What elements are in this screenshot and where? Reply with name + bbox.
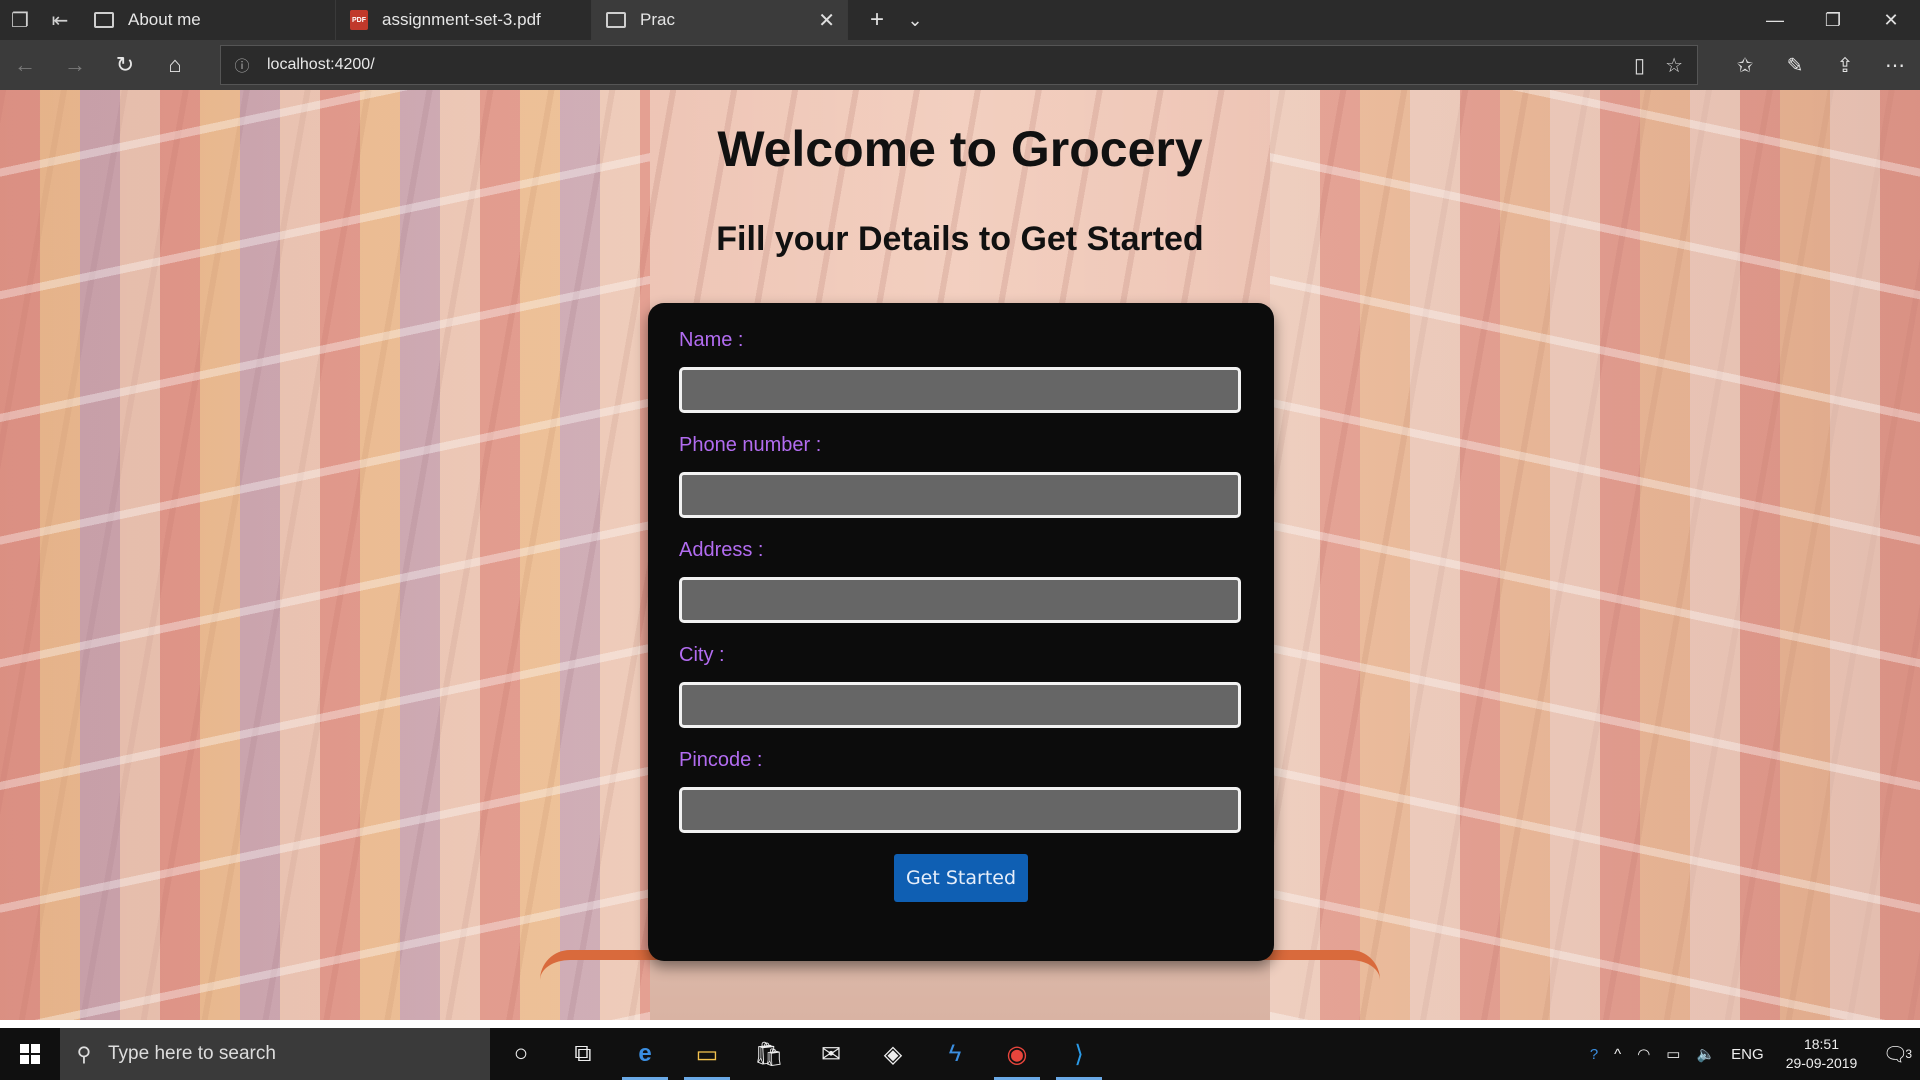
vscode-icon[interactable]: ⟩ (1048, 1028, 1110, 1080)
address-input[interactable] (679, 577, 1241, 623)
search-placeholder: Type here to search (108, 1043, 276, 1064)
address-url[interactable]: localhost:4200/ (267, 56, 375, 74)
set-aside-tabs-icon[interactable]: ⇤ (40, 0, 80, 40)
phone-input[interactable] (679, 472, 1241, 518)
language-indicator[interactable]: ENG (1723, 1046, 1772, 1063)
page-bottom-strip (0, 1020, 1920, 1028)
forward-arrow-icon[interactable]: → (50, 52, 100, 78)
name-input[interactable] (679, 367, 1241, 413)
reading-view-icon[interactable]: ▯ (1634, 53, 1645, 78)
search-icon: ⚲ (76, 1043, 92, 1066)
page-icon (94, 12, 114, 28)
details-form: Name : Phone number : Address : City : P… (648, 303, 1274, 961)
close-window-icon[interactable]: ✕ (1862, 10, 1920, 31)
clock[interactable]: 18:51 29-09-2019 (1772, 1035, 1872, 1073)
favorite-star-icon[interactable]: ☆ (1665, 53, 1683, 78)
file-explorer-icon[interactable]: ▭ (676, 1028, 738, 1080)
more-icon[interactable]: ⋯ (1870, 53, 1920, 78)
back-arrow-icon[interactable]: ← (0, 52, 50, 78)
browser-nav-bar: ← → ↻ ⌂ ⓘ localhost:4200/ ▯ ☆ ✩ ✎ ⇪ ⋯ (0, 40, 1920, 90)
windows-logo-icon (20, 1044, 40, 1064)
taskbar-search[interactable]: ⚲ Type here to search (60, 1028, 490, 1080)
tab-manager-icon[interactable]: ❐ (0, 0, 40, 40)
refresh-icon[interactable]: ↻ (100, 52, 150, 78)
pincode-label: Pincode : (679, 749, 763, 771)
tab-assignment-pdf[interactable]: PDF assignment-set-3.pdf (336, 0, 592, 40)
edge-icon[interactable]: e (614, 1028, 676, 1080)
volume-icon[interactable]: 🔈 (1688, 1045, 1723, 1063)
chrome-icon[interactable]: ◉ (986, 1028, 1048, 1080)
tab-label: About me (128, 10, 201, 29)
restore-icon[interactable]: ❐ (1804, 10, 1862, 31)
tab-about-me[interactable]: About me (80, 0, 336, 40)
info-icon[interactable]: ⓘ (229, 52, 255, 78)
show-hidden-icons-chevron-icon[interactable]: ^ (1606, 1046, 1629, 1063)
close-tab-icon[interactable]: ✕ (818, 8, 835, 33)
page-subtitle: Fill your Details to Get Started (716, 220, 1204, 258)
clock-time: 18:51 (1803, 1036, 1840, 1052)
page-title: Welcome to Grocery (717, 121, 1203, 177)
phone-label: Phone number : (679, 434, 822, 456)
start-button[interactable] (0, 1044, 60, 1064)
tab-label: Prac (640, 10, 675, 29)
favorites-icon[interactable]: ✩ (1720, 53, 1770, 78)
pincode-input[interactable] (679, 787, 1241, 833)
pen-icon[interactable]: ✎ (1770, 53, 1820, 78)
store-icon[interactable]: 🛍 (738, 1028, 800, 1080)
taskbar: ⚲ Type here to search ○ ⧉ e ▭ 🛍 ✉ ◈ ϟ ◉ … (0, 1028, 1920, 1080)
page-viewport: Welcome to Grocery Fill your Details to … (0, 90, 1920, 1020)
wifi-icon[interactable]: ◠ (1629, 1045, 1658, 1063)
tab-label: assignment-set-3.pdf (382, 10, 541, 29)
clock-date: 29-09-2019 (1785, 1055, 1858, 1071)
pdf-icon: PDF (350, 10, 368, 30)
notification-count: 3 (1905, 1047, 1912, 1061)
tab-preview-chevron-icon[interactable]: ⌄ (896, 10, 934, 31)
app-icon[interactable]: ϟ (924, 1028, 986, 1080)
home-icon[interactable]: ⌂ (150, 52, 200, 78)
city-label: City : (679, 644, 725, 666)
mail-icon[interactable]: ✉ (800, 1028, 862, 1080)
battery-icon[interactable]: ▭ (1658, 1045, 1688, 1063)
address-label: Address : (679, 539, 764, 561)
address-bar[interactable]: ⓘ localhost:4200/ ▯ ☆ (220, 45, 1698, 85)
name-label: Name : (679, 329, 744, 351)
browser-tab-bar: ❐ ⇤ About me PDF assignment-set-3.pdf Pr… (0, 0, 1920, 40)
cortana-icon[interactable]: ○ (490, 1028, 552, 1080)
new-tab-icon[interactable]: + (858, 6, 896, 34)
dropbox-icon[interactable]: ◈ (862, 1028, 924, 1080)
get-started-button[interactable]: Get Started (894, 854, 1028, 902)
system-tray: ? ^ ◠ ▭ 🔈 ENG 18:51 29-09-2019 🗨 3 (1582, 1028, 1920, 1080)
task-view-icon[interactable]: ⧉ (552, 1028, 614, 1080)
city-input[interactable] (679, 682, 1241, 728)
help-icon[interactable]: ? (1582, 1046, 1606, 1063)
tab-prac[interactable]: Prac ✕ (592, 0, 848, 40)
page-icon (606, 12, 626, 28)
share-icon[interactable]: ⇪ (1820, 53, 1870, 78)
minimize-icon[interactable]: — (1746, 10, 1804, 31)
